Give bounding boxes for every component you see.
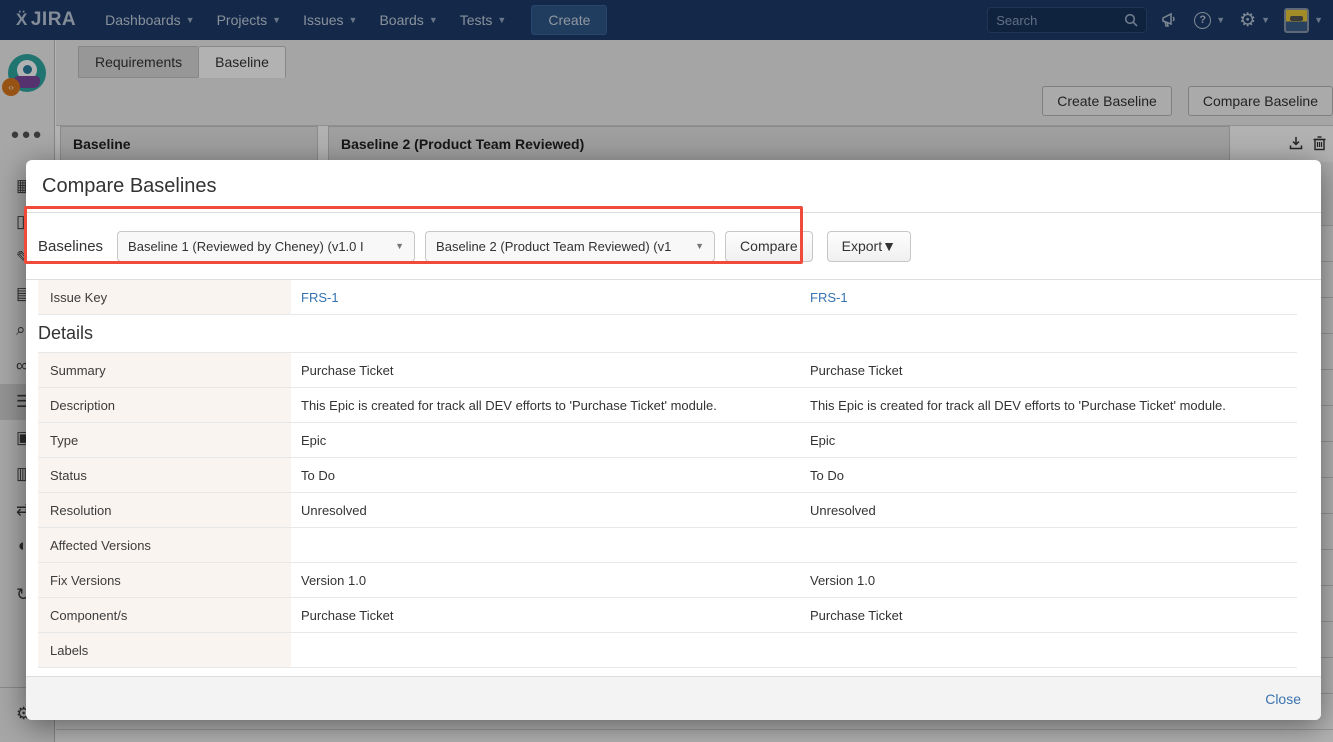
row-value-left: Purchase Ticket	[291, 353, 800, 387]
row-label: Fix Versions	[38, 563, 291, 597]
row-value-left: To Do	[291, 458, 800, 492]
issue-key-row: Issue Key FRS-1 FRS-1	[38, 280, 1297, 315]
row-label: Component/s	[38, 598, 291, 632]
table-row: TypeEpicEpic	[38, 423, 1297, 458]
row-label: Labels	[38, 633, 291, 667]
baseline2-select-value: Baseline 2 (Product Team Reviewed) (v1	[436, 239, 671, 254]
row-label: Issue Key	[38, 280, 291, 314]
row-value-left: Version 1.0	[291, 563, 800, 597]
row-value-right: Purchase Ticket	[800, 353, 1297, 387]
table-row: Affected Versions	[38, 528, 1297, 563]
compare-baselines-dialog: Compare Baselines Baselines Baseline 1 (…	[26, 160, 1321, 720]
row-label: Type	[38, 423, 291, 457]
row-label: Description	[38, 388, 291, 422]
app-window: ẌJIRA Dashboards▼Projects▼Issues▼Boards▼…	[0, 0, 1333, 742]
row-value-right: Unresolved	[800, 493, 1297, 527]
chevron-down-icon: ▼	[395, 241, 404, 251]
issue-link-left[interactable]: FRS-1	[301, 290, 339, 305]
row-value-right: This Epic is created for track all DEV e…	[800, 388, 1297, 422]
row-value-left	[291, 633, 800, 667]
table-row: Component/sPurchase TicketPurchase Ticke…	[38, 598, 1297, 633]
row-value-left	[291, 528, 800, 562]
details-section-title: Details	[38, 323, 93, 344]
close-link[interactable]: Close	[1265, 691, 1301, 707]
table-row: ResolutionUnresolvedUnresolved	[38, 493, 1297, 528]
dialog-header: Compare Baselines	[26, 160, 1321, 213]
baseline-selector-row: Baselines Baseline 1 (Reviewed by Cheney…	[26, 213, 1321, 280]
row-value-right	[800, 633, 1297, 667]
row-value-left: Unresolved	[291, 493, 800, 527]
row-value-right: Version 1.0	[800, 563, 1297, 597]
export-button[interactable]: Export ▼	[827, 231, 911, 262]
table-row: DescriptionThis Epic is created for trac…	[38, 388, 1297, 423]
row-label: Status	[38, 458, 291, 492]
row-value-right	[800, 528, 1297, 562]
row-value-right: To Do	[800, 458, 1297, 492]
row-value-left: This Epic is created for track all DEV e…	[291, 388, 800, 422]
details-section-header: Details	[38, 315, 1297, 353]
baseline2-select[interactable]: Baseline 2 (Product Team Reviewed) (v1 ▼	[425, 231, 715, 262]
dialog-footer: Close	[26, 676, 1321, 720]
baseline1-select-value: Baseline 1 (Reviewed by Cheney) (v1.0 I	[128, 239, 364, 254]
export-label: Export	[842, 238, 882, 254]
table-row: Fix VersionsVersion 1.0Version 1.0	[38, 563, 1297, 598]
comparison-rows: SummaryPurchase TicketPurchase TicketDes…	[38, 353, 1297, 668]
table-row: StatusTo DoTo Do	[38, 458, 1297, 493]
chevron-down-icon: ▼	[882, 238, 896, 254]
comparison-table: Issue Key FRS-1 FRS-1 Details SummaryPur…	[38, 280, 1297, 668]
row-value-right: Purchase Ticket	[800, 598, 1297, 632]
issue-link-right[interactable]: FRS-1	[810, 290, 848, 305]
row-value-left: Epic	[291, 423, 800, 457]
baselines-label: Baselines	[38, 238, 103, 255]
baseline1-select[interactable]: Baseline 1 (Reviewed by Cheney) (v1.0 I …	[117, 231, 415, 262]
row-label: Resolution	[38, 493, 291, 527]
table-row: SummaryPurchase TicketPurchase Ticket	[38, 353, 1297, 388]
row-label: Affected Versions	[38, 528, 291, 562]
chevron-down-icon: ▼	[695, 241, 704, 251]
row-value-right: Epic	[800, 423, 1297, 457]
row-value-left: Purchase Ticket	[291, 598, 800, 632]
row-label: Summary	[38, 353, 291, 387]
dialog-title: Compare Baselines	[42, 175, 217, 198]
table-row: Labels	[38, 633, 1297, 668]
compare-button[interactable]: Compare	[725, 231, 813, 262]
